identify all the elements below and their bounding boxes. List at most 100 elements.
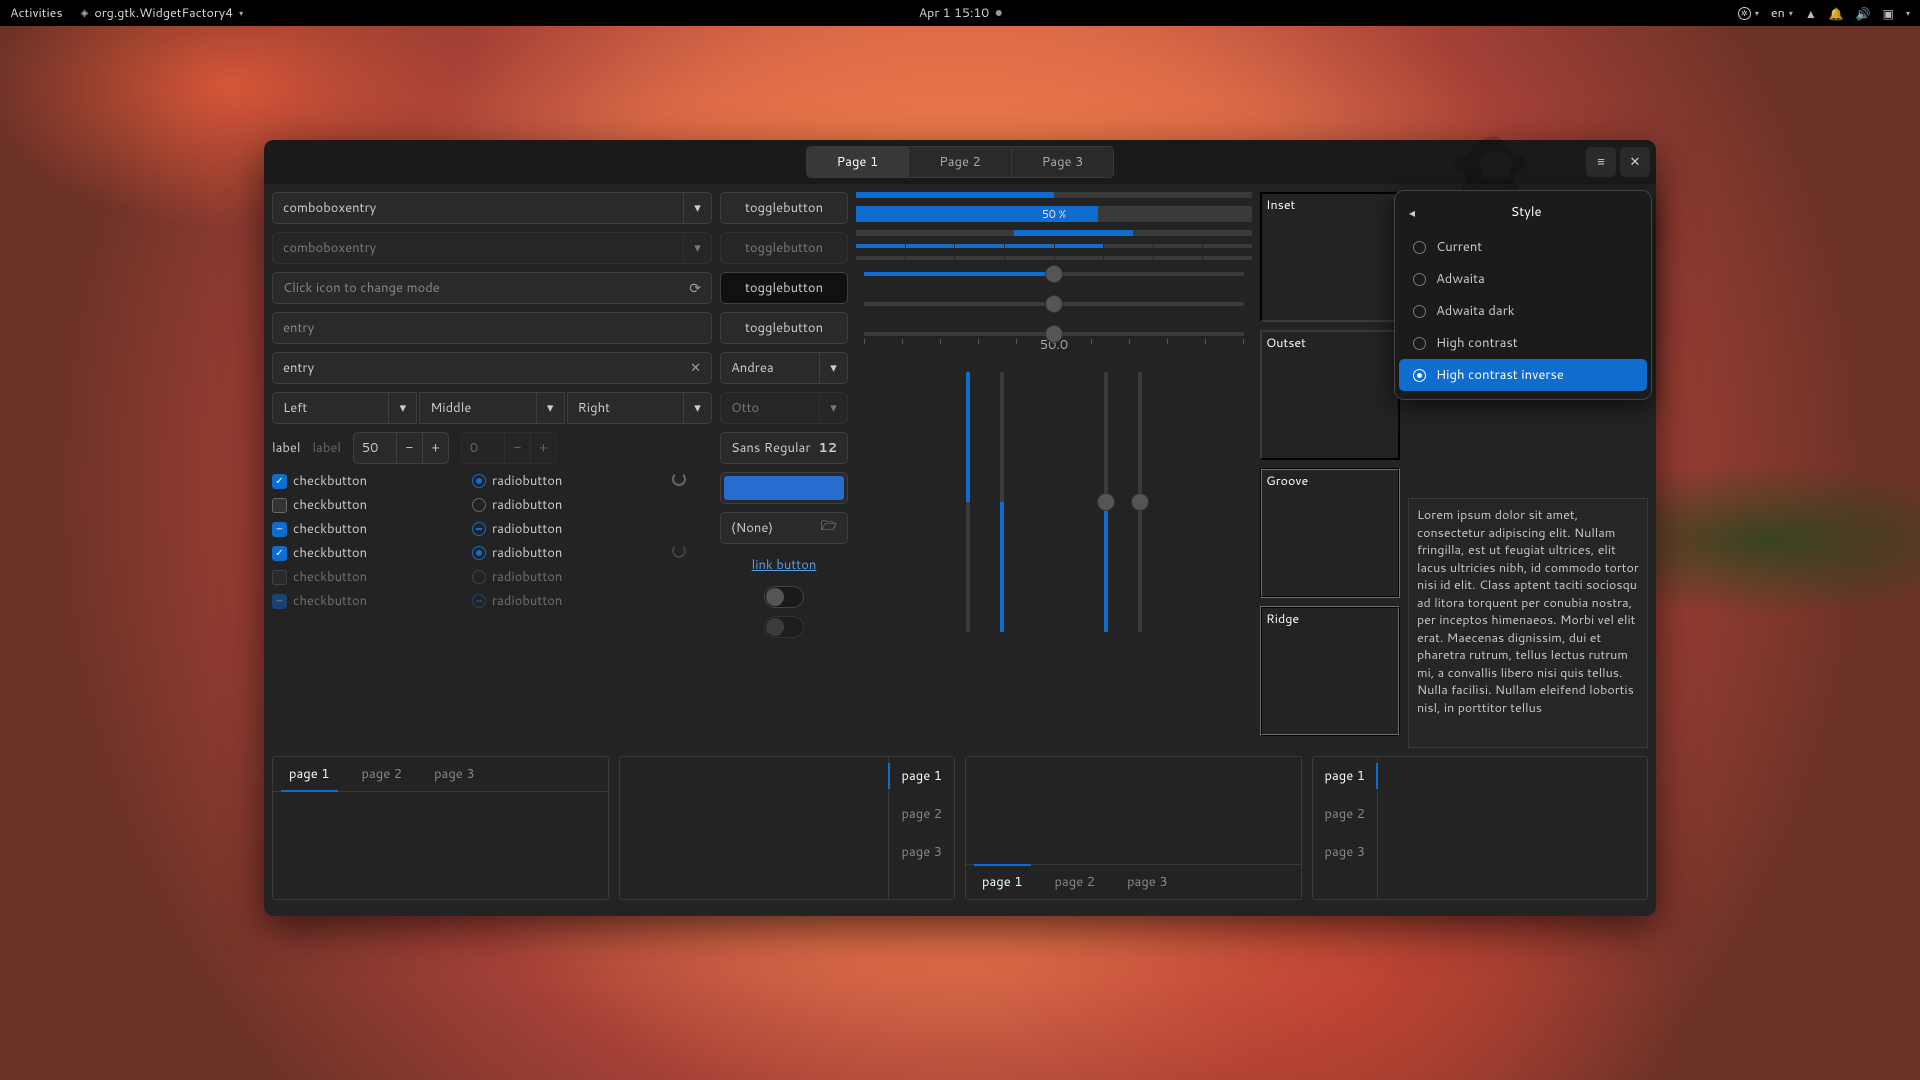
dropdown-middle[interactable]: Middle▾ [419,392,564,424]
spinbutton-1[interactable]: 50 − + [353,432,449,464]
chevron-down-icon: ▾ [683,193,711,223]
radiobutton-2[interactable]: radiobutton [472,496,658,514]
nb-top-tab-2[interactable]: page 2 [346,757,419,791]
font-button[interactable]: Sans Regular12 [720,432,848,464]
checkbox-icon [272,570,287,585]
style-option-adwaita[interactable]: Adwaita [1399,263,1647,295]
style-option-high-contrast-inverse[interactable]: High contrast inverse [1399,359,1647,391]
vscale-1[interactable] [966,372,970,632]
notebook-left: page 1 page 2 page 3 [1312,756,1649,900]
app-icon: ◈ [81,6,89,20]
nb-left-tab-3[interactable]: page 3 [1313,833,1378,871]
dropdown-andrea[interactable]: Andrea▾ [720,352,848,384]
nb-btm-tab-1[interactable]: page 1 [966,865,1039,899]
togglebutton-3-active[interactable]: togglebutton [720,272,848,304]
plus-button[interactable]: + [422,433,448,463]
minus-button[interactable]: − [396,433,422,463]
nb-top-tab-1[interactable]: page 1 [273,757,346,791]
hamburger-menu-button[interactable]: ≡ [1586,147,1616,177]
checkbutton-3[interactable]: –checkbutton [272,520,458,538]
tab-page-2[interactable]: Page 2 [909,147,1012,177]
link-button[interactable]: link button [720,552,848,578]
nb-right-tab-1[interactable]: page 1 [889,757,954,795]
nb-btm-tab-2[interactable]: page 2 [1039,865,1112,899]
bell-icon[interactable]: 🔔 [1829,5,1844,22]
checkbox-icon [272,498,287,513]
accessibility-icon: ✲ [1738,7,1751,20]
nb-btm-tab-3[interactable]: page 3 [1111,865,1184,899]
checkbutton-4[interactable]: ✓checkbutton [272,544,458,562]
input-source[interactable]: en ▾ [1771,4,1793,22]
chevron-down-icon: ▾ [388,393,416,423]
nb-right-tab-3[interactable]: page 3 [889,833,954,871]
dropdown-right[interactable]: Right▾ [567,392,712,424]
radio-mixed-icon [472,522,486,536]
radio-mixed-icon [472,594,486,608]
wifi-icon[interactable]: ▲ [1805,5,1817,22]
vscale-3[interactable] [1104,372,1108,632]
togglebutton-1[interactable]: togglebutton [720,192,848,224]
activities-button[interactable]: Activities [10,4,63,22]
checkbutton-2[interactable]: checkbutton [272,496,458,514]
nb-right-tab-2[interactable]: page 2 [889,795,954,833]
chevron-down-icon: ▾ [1755,7,1759,19]
style-option-adwaita-dark[interactable]: Adwaita dark [1399,295,1647,327]
headerbar: Page 1 Page 2 Page 3 ≡ ✕ [264,140,1656,184]
hscale-2[interactable] [864,302,1244,306]
radiobutton-1[interactable]: radiobutton [472,472,658,490]
battery-icon[interactable]: ▣ [1883,5,1894,22]
nb-left-tab-1[interactable]: page 1 [1313,757,1378,795]
chevron-down-icon: ▾ [683,233,711,263]
hscale-3-marks[interactable] [864,332,1244,336]
hscale-1[interactable] [864,272,1244,276]
close-button[interactable]: ✕ [1620,147,1650,177]
accessibility-menu[interactable]: ✲ ▾ [1738,7,1759,20]
tab-page-3[interactable]: Page 3 [1012,147,1114,177]
radio-icon [1413,241,1426,254]
style-option-current[interactable]: Current [1399,231,1647,263]
combobox-entry-2: comboboxentry▾ [272,232,712,264]
radiobutton-4[interactable]: radiobutton [472,544,658,562]
popover-back-button[interactable]: ◂ [1409,204,1415,221]
togglebutton-4[interactable]: togglebutton [720,312,848,344]
refresh-icon[interactable]: ⟳ [689,278,701,298]
dropdown-left[interactable]: Left▾ [272,392,417,424]
nb-top-tab-3[interactable]: page 3 [418,757,491,791]
radio-icon [472,474,486,488]
nb-left-tab-2[interactable]: page 2 [1313,795,1378,833]
radio-icon [472,546,486,560]
notebook-top: page 1 page 2 page 3 [272,756,609,900]
radiobutton-3[interactable]: radiobutton [472,520,658,538]
levelbar-1 [856,244,1252,248]
frame-outset: Outset [1260,330,1400,460]
switch-1[interactable] [764,586,804,608]
chevron-down-icon: ▾ [1906,7,1910,19]
entry-empty[interactable]: entry [272,312,712,344]
volume-icon[interactable]: 🔊 [1856,5,1871,22]
clock[interactable]: Apr 1 15:10 [919,4,1002,22]
vscale-4[interactable] [1138,372,1142,632]
checkbutton-1[interactable]: ✓checkbutton [272,472,458,490]
tab-page-1[interactable]: Page 1 [807,147,910,177]
dropdown-otto: Otto▾ [720,392,848,424]
radio-icon [472,570,486,584]
radio-icon [1413,337,1426,350]
app-menu[interactable]: ◈ org.gtk.WidgetFactory4 ▾ [81,4,244,22]
notebook-bottom: page 1 page 2 page 3 [965,756,1302,900]
color-button[interactable] [720,472,848,504]
clear-icon[interactable]: ✕ [690,359,701,377]
lorem-textview[interactable]: Lorem ipsum dolor sit amet, consectetur … [1408,498,1648,748]
file-chooser-button[interactable]: (None)🗁 [720,512,848,544]
notebook-right: page 1 page 2 page 3 [619,756,956,900]
vscale-2[interactable] [1000,372,1004,632]
progressbar-3 [856,230,1252,236]
icon-mode-entry[interactable]: Click icon to change mode⟳ [272,272,712,304]
frame-groove: Groove [1260,468,1400,598]
style-option-high-contrast[interactable]: High contrast [1399,327,1647,359]
checkbox-mixed-icon: – [272,522,287,537]
spinner-icon [672,544,686,558]
frame-inset: Inset [1260,192,1400,322]
color-swatch [724,476,844,500]
combobox-entry-1[interactable]: comboboxentry▾ [272,192,712,224]
entry-with-value[interactable]: entry✕ [272,352,712,384]
